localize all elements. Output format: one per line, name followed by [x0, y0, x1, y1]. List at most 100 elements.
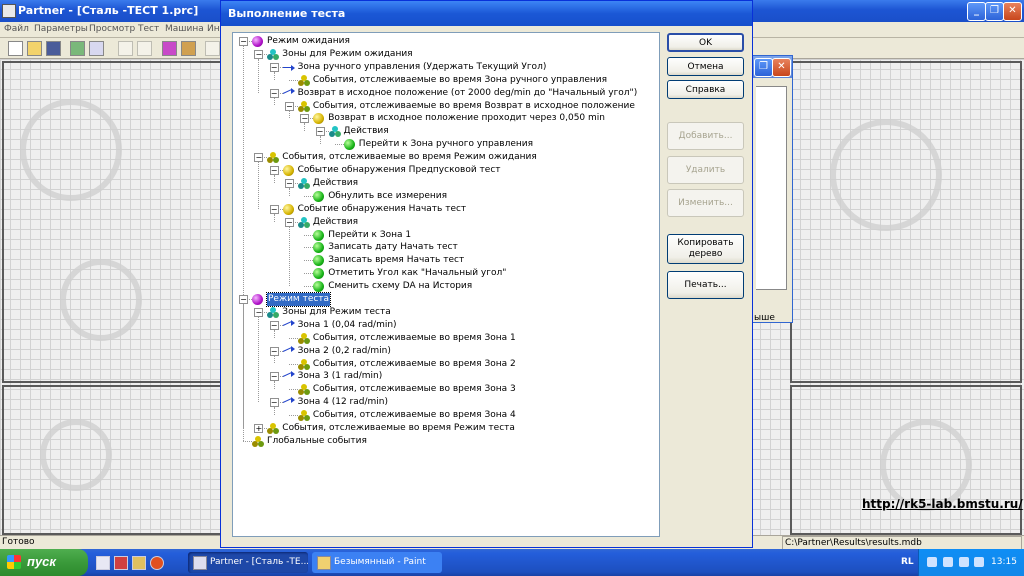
menu-view[interactable]: Просмотр	[89, 24, 135, 34]
tree-node[interactable]: − Зона 1 (0,04 rad/min)	[233, 319, 657, 332]
collapse-icon[interactable]: −	[269, 398, 279, 408]
volume-icon[interactable]	[943, 557, 953, 567]
tree-node[interactable]: События, отслеживаемые во время Зона 1	[233, 332, 657, 345]
print-button[interactable]: Печать...	[667, 271, 744, 299]
machine-icon[interactable]	[181, 41, 196, 56]
maximize-button[interactable]: ❐	[985, 2, 1004, 21]
preview-icon[interactable]	[118, 41, 133, 56]
collapse-icon[interactable]: −	[254, 307, 264, 317]
tree-node[interactable]: − Зона 2 (0,2 rad/min)	[233, 345, 657, 358]
task-partner[interactable]: Partner - [Сталь -ТЕ...	[188, 552, 308, 573]
play-icon[interactable]	[205, 41, 220, 56]
dialog-title: Выполнение теста	[228, 7, 346, 20]
monitor-icon[interactable]	[959, 557, 969, 567]
add-button[interactable]: Добавить...	[667, 122, 744, 150]
tree-node[interactable]: − Действия	[233, 177, 657, 190]
copy-tree-button[interactable]: Копировать дерево	[667, 234, 744, 264]
minimize-button[interactable]: _	[967, 2, 986, 21]
tree-node[interactable]: − Возврат в исходное положение (от 2000 d…	[233, 87, 657, 100]
save-icon[interactable]	[46, 41, 61, 56]
collapse-icon[interactable]: −	[254, 49, 264, 59]
collapse-icon[interactable]: −	[269, 166, 279, 175]
tree-node[interactable]: − Событие обнаружения Начать тест	[233, 203, 657, 216]
database-icon[interactable]	[70, 41, 85, 56]
collapse-icon[interactable]: −	[269, 62, 279, 72]
tree-node[interactable]: Отметить Угол как "Начальный угол"	[233, 267, 657, 280]
tree-node[interactable]: События, отслеживаемые во время Зона 2	[233, 358, 657, 371]
help-button[interactable]: Справка	[667, 80, 744, 99]
test-tree-view[interactable]: − Режим ожидания − Зоны для Режим ожидания −…	[232, 32, 660, 537]
open-folder-icon[interactable]	[27, 41, 42, 56]
tree-node[interactable]: − Событие обнаружения Предпусковой тест	[233, 164, 657, 177]
collapse-icon[interactable]: −	[284, 101, 294, 111]
tree-node[interactable]: Обнулить все измерения	[233, 190, 657, 203]
cancel-button[interactable]: Отмена	[667, 57, 744, 76]
menu-tools[interactable]: Ин	[207, 24, 220, 34]
delete-button[interactable]: Удалить	[667, 156, 744, 184]
network-icon[interactable]	[927, 557, 937, 567]
menu-parameters[interactable]: Параметры	[34, 24, 88, 34]
tree-node[interactable]: + События, отслеживаемые во время Режим т…	[233, 422, 657, 435]
tree-node[interactable]: − Зоны для Режим ожидания	[233, 48, 657, 61]
tree-node[interactable]: − Зона 4 (12 rad/min)	[233, 396, 657, 409]
quicklaunch-browser-icon[interactable]	[150, 556, 164, 570]
tree-node[interactable]: − Зона 3 (1 rad/min)	[233, 370, 657, 383]
language-indicator[interactable]: RL	[901, 557, 914, 567]
collapse-icon[interactable]: −	[300, 114, 310, 124]
close-button[interactable]: ✕	[1003, 2, 1022, 21]
tree-node[interactable]: Записать дату Начать тест	[233, 241, 657, 254]
collapse-icon[interactable]: −	[269, 88, 279, 98]
tree-node[interactable]: − События, отслеживаемые во время Возврат…	[233, 100, 657, 113]
tree-node[interactable]: События, отслеживаемые во время Зона руч…	[233, 74, 657, 87]
app-icon[interactable]	[2, 4, 16, 18]
tree-node[interactable]: − Возврат в исходное положение проходит ч…	[233, 112, 657, 125]
tree-node[interactable]: Глобальные события	[233, 435, 657, 448]
tree-node[interactable]: События, отслеживаемые во время Зона 4	[233, 409, 657, 422]
tree-node[interactable]: Записать время Начать тест	[233, 254, 657, 267]
tree-node[interactable]: − Режим ожидания	[233, 35, 657, 48]
background-window-titlebar[interactable]: ❐ ✕	[752, 56, 792, 78]
start-button[interactable]: пуск	[0, 549, 88, 576]
collapse-icon[interactable]: −	[269, 204, 279, 214]
collapse-icon[interactable]: −	[315, 127, 325, 137]
tree-node[interactable]: − События, отслеживаемые во время Режим о…	[233, 151, 657, 164]
background-window[interactable]: ❐ ✕ ыше	[752, 55, 793, 323]
quicklaunch-document-icon[interactable]	[96, 556, 110, 570]
collapse-icon[interactable]: −	[284, 217, 294, 227]
dialog-titlebar[interactable]: Выполнение теста	[221, 1, 752, 26]
quicklaunch-app-icon[interactable]	[114, 556, 128, 570]
collapse-icon[interactable]: −	[269, 320, 279, 330]
tree-node[interactable]: События, отслеживаемые во время Зона 3	[233, 383, 657, 396]
collapse-icon[interactable]: −	[239, 37, 248, 46]
tree-node[interactable]: Сменить схему DA на История	[233, 280, 657, 293]
action-sphere-icon	[313, 268, 325, 280]
background-close-button[interactable]: ✕	[772, 58, 791, 77]
collapse-icon[interactable]: −	[269, 346, 279, 356]
tree-node[interactable]: − Действия	[233, 216, 657, 229]
menu-machine[interactable]: Машина	[165, 24, 204, 34]
tree-node[interactable]: Перейти к Зона 1	[233, 229, 657, 242]
new-file-icon[interactable]	[8, 41, 23, 56]
edit-button[interactable]: Изменить...	[667, 189, 744, 217]
ok-button[interactable]: OK	[667, 33, 744, 52]
menu-file[interactable]: Файл	[4, 24, 29, 34]
quicklaunch-paint-icon[interactable]	[132, 556, 146, 570]
copy-icon[interactable]	[89, 41, 104, 56]
tree-node[interactable]: − Режим теста	[233, 292, 657, 307]
collapse-icon[interactable]: −	[284, 178, 294, 188]
tree-node[interactable]: Перейти к Зона ручного управления	[233, 138, 657, 151]
print-icon[interactable]	[137, 41, 152, 56]
tree-node[interactable]: − Зоны для Режим теста	[233, 306, 657, 319]
menu-test[interactable]: Тест	[138, 24, 159, 34]
status-db-path: C:\Partner\Results\results.mdb	[782, 536, 1022, 550]
test-run-icon[interactable]	[162, 41, 177, 56]
background-maximize-button[interactable]: ❐	[754, 58, 773, 77]
collapse-icon[interactable]: −	[254, 153, 264, 163]
tree-node[interactable]: − Действия	[233, 125, 657, 138]
tree-node[interactable]: − Зона ручного управления (Удержать Текущ…	[233, 61, 657, 74]
tray-app-icon[interactable]	[974, 557, 984, 567]
collapse-icon[interactable]: −	[269, 372, 279, 382]
task-paint[interactable]: Безымянный - Paint	[312, 552, 442, 573]
collapse-icon[interactable]: −	[239, 295, 248, 304]
expand-icon[interactable]: +	[254, 424, 264, 433]
